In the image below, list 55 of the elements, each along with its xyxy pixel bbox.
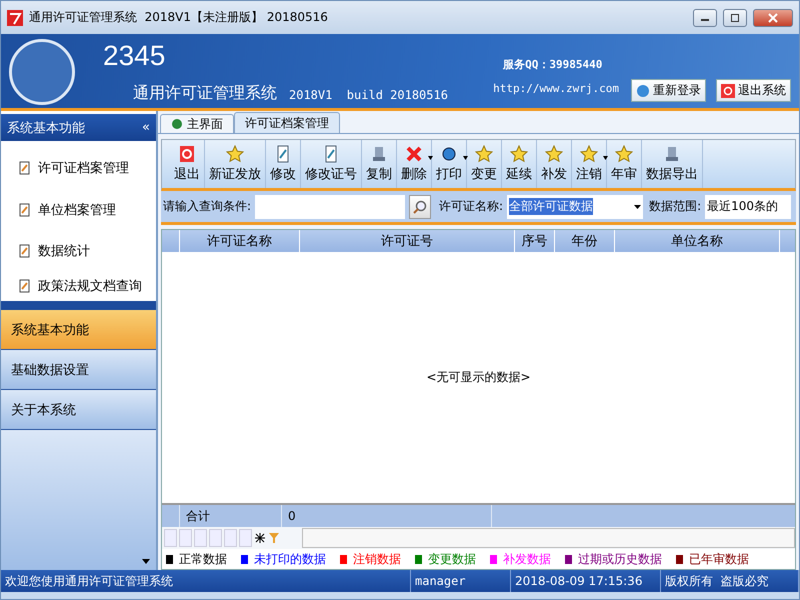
product-name: 通用许可证管理系统	[133, 83, 277, 104]
sidebar-item[interactable]: 许可证档案管理	[1, 147, 156, 189]
toolbar-button[interactable]: 退出	[170, 140, 205, 188]
query-label: 请输入查询条件:	[163, 198, 252, 215]
tab[interactable]: 许可证档案管理	[234, 112, 340, 133]
status-time: 2018-08-09 17:15:36	[511, 570, 661, 592]
version-text: 2018V1 build 20180516	[289, 88, 448, 104]
website-text: http://www.zwrj.com	[493, 82, 619, 95]
collapse-button[interactable]: «	[142, 120, 150, 135]
column-header[interactable]: 年份	[555, 230, 615, 252]
sidebar-item[interactable]: 政策法规文档查询	[1, 271, 156, 301]
toolbar-button[interactable]: 变更	[467, 140, 502, 188]
nav-panel-button[interactable]: 基础数据设置	[1, 350, 156, 390]
toolbar-button[interactable]: 修改证号	[301, 140, 362, 188]
column-header[interactable]: 序号	[515, 230, 555, 252]
sidebar-item[interactable]: 数据统计	[1, 231, 156, 271]
tab[interactable]: 主界面	[160, 114, 234, 133]
legend-item: 未打印的数据	[241, 550, 326, 568]
legend-item: 过期或历史数据	[565, 550, 662, 568]
toolbar-button[interactable]: 复制	[362, 140, 397, 188]
nav-panel-button[interactable]: 系统基本功能	[1, 310, 156, 350]
status-welcome: 欢迎您使用通用许可证管理系统	[1, 570, 411, 592]
status-copyright: 版权所有 盗版必究	[661, 570, 799, 592]
window-title: 通用许可证管理系统 2018V1【未注册版】 20180516	[29, 9, 329, 26]
data-range-label: 数据范围:	[649, 198, 702, 215]
exit-system-button[interactable]: 退出系统	[716, 79, 791, 102]
sidebar-item[interactable]: 单位档案管理	[1, 189, 156, 231]
status-user: manager	[411, 570, 511, 592]
column-header[interactable]: 许可证名称	[180, 230, 300, 252]
qq-text: 服务QQ：39985440	[503, 57, 604, 72]
toolbar-button[interactable]: 数据导出	[642, 140, 703, 188]
relogin-button[interactable]: 重新登录	[631, 79, 706, 102]
legend-item: 变更数据	[415, 550, 476, 568]
toolbar-button[interactable]: 补发	[537, 140, 572, 188]
dropdown-value: 全部许可证数据	[509, 198, 594, 215]
legend-item: 注销数据	[340, 550, 401, 568]
toolbar-button[interactable]: 打印	[432, 140, 467, 188]
toolbar-button[interactable]: 修改	[266, 140, 301, 188]
toolbar-button[interactable]: 延续	[502, 140, 537, 188]
legend-item: 正常数据	[166, 550, 227, 568]
sidebar-title: 系统基本功能	[7, 120, 85, 136]
nav-panel-button[interactable]: 关于本系统	[1, 390, 156, 430]
license-name-label: 许可证名称:	[439, 198, 504, 215]
column-header[interactable]: 单位名称	[615, 230, 780, 252]
legend-item: 已年审数据	[676, 550, 749, 568]
toolbar-button[interactable]: 注销	[572, 140, 607, 188]
toolbar-button[interactable]: 新证发放	[205, 140, 266, 188]
toolbar-button[interactable]: 年审	[607, 140, 642, 188]
empty-message: <无可显示的数据>	[426, 369, 531, 386]
legend-item: 补发数据	[490, 550, 551, 568]
toolbar-button[interactable]: 删除	[397, 140, 432, 188]
logo-number: 2345	[103, 40, 166, 72]
data-range-dropdown[interactable]: 最近100条的	[705, 194, 792, 218]
column-header[interactable]: 许可证号	[300, 230, 515, 252]
license-name-dropdown[interactable]: 全部许可证数据	[507, 194, 644, 218]
